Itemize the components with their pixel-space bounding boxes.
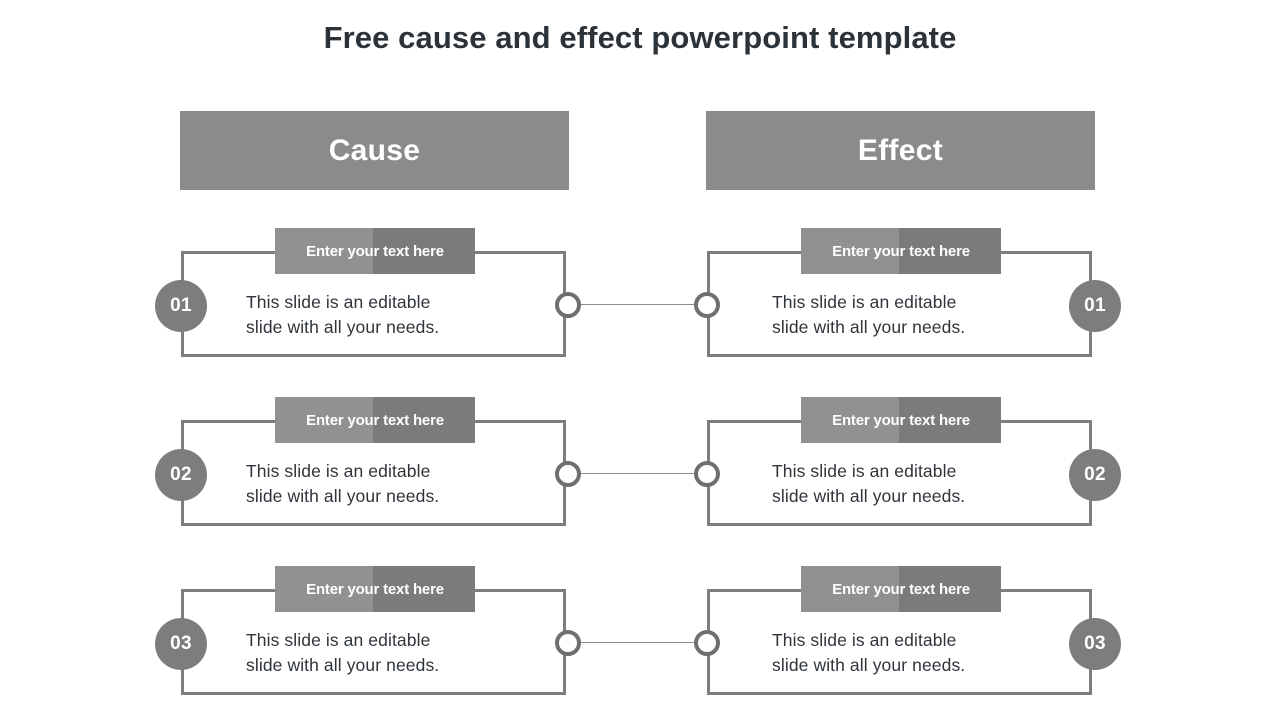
cause-card-label-tab[interactable]: Enter your text here: [275, 228, 475, 274]
cause-number-badge[interactable]: 03: [155, 618, 207, 670]
column-header-effect-label: Effect: [857, 133, 944, 167]
cause-card-label-tab[interactable]: Enter your text here: [275, 397, 475, 443]
cause-card-body: This slide is an editable slide with all…: [246, 461, 440, 506]
effect-card-label-tab[interactable]: Enter your text here: [801, 397, 1001, 443]
cause-card-label-text: Enter your text here: [306, 242, 444, 260]
cause-card-label-text: Enter your text here: [306, 411, 444, 429]
page-title: Free cause and effect powerpoint templat…: [323, 20, 957, 55]
effect-card-body: This slide is an editable slide with all…: [772, 292, 966, 337]
cause-card-label-tab[interactable]: Enter your text here: [275, 566, 475, 612]
cause-connector-ring-icon: [555, 630, 581, 656]
slide-canvas: Free cause and effect powerpoint templat…: [0, 0, 1280, 720]
effect-connector-ring-icon: [694, 461, 720, 487]
column-header-cause-label: Cause: [328, 133, 421, 167]
cause-card-body: This slide is an editable slide with all…: [246, 630, 440, 675]
content-row: Enter your text here Enter your text her…: [0, 566, 1280, 720]
connector-line: [578, 304, 696, 305]
effect-card-label-text: Enter your text here: [832, 411, 970, 429]
effect-number-badge-text: 03: [1084, 633, 1106, 654]
effect-number-badge-text: 01: [1084, 295, 1106, 316]
effect-card-body: This slide is an editable slide with all…: [772, 630, 966, 675]
cause-connector-ring-icon: [555, 292, 581, 318]
effect-card-label-tab[interactable]: Enter your text here: [801, 228, 1001, 274]
column-header-cause: Cause: [180, 111, 569, 190]
effect-number-badge-text: 02: [1084, 464, 1106, 485]
cause-number-badge-text: 02: [170, 464, 192, 485]
connector-line: [578, 473, 696, 474]
cause-number-badge-text: 01: [170, 295, 192, 316]
cause-number-badge[interactable]: 02: [155, 449, 207, 501]
effect-connector-ring-icon: [694, 630, 720, 656]
effect-card-body: This slide is an editable slide with all…: [772, 461, 966, 506]
cause-card-label-text: Enter your text here: [306, 580, 444, 598]
content-row: Enter your text here Enter your text her…: [0, 397, 1280, 557]
cause-number-badge-text: 03: [170, 633, 192, 654]
effect-number-badge[interactable]: 03: [1069, 618, 1121, 670]
column-header-effect: Effect: [706, 111, 1095, 190]
content-row: Enter your text here Enter your text her…: [0, 228, 1280, 388]
effect-card-label-tab[interactable]: Enter your text here: [801, 566, 1001, 612]
effect-connector-ring-icon: [694, 292, 720, 318]
cause-connector-ring-icon: [555, 461, 581, 487]
effect-number-badge[interactable]: 01: [1069, 280, 1121, 332]
effect-card-label-text: Enter your text here: [832, 242, 970, 260]
cause-number-badge[interactable]: 01: [155, 280, 207, 332]
effect-number-badge[interactable]: 02: [1069, 449, 1121, 501]
connector-line: [578, 642, 696, 643]
effect-card-label-text: Enter your text here: [832, 580, 970, 598]
cause-card-body: This slide is an editable slide with all…: [246, 292, 440, 337]
